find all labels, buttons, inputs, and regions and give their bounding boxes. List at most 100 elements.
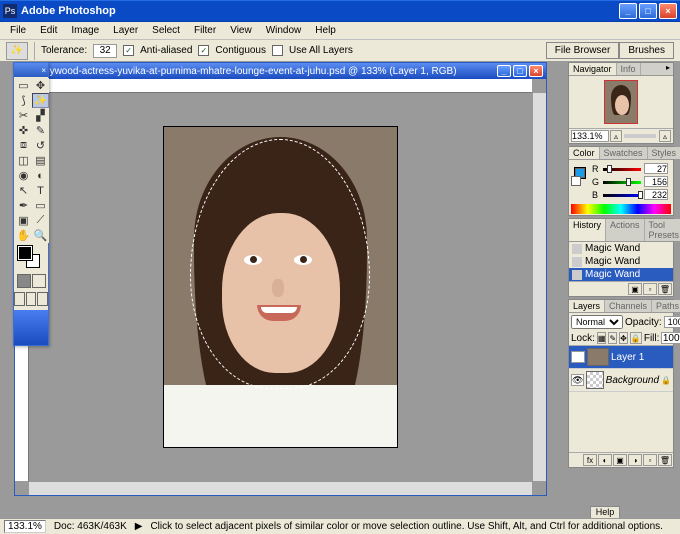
history-item[interactable]: Magic Wand — [569, 242, 673, 255]
move-tool[interactable]: ✥ — [32, 78, 49, 93]
visibility-toggle[interactable]: 👁 — [571, 351, 585, 363]
zoom-tool[interactable]: 🔍 — [32, 228, 49, 243]
doc-minimize-button[interactable]: _ — [497, 65, 511, 77]
bg-color-preview[interactable] — [571, 176, 581, 186]
styles-tab[interactable]: Styles — [648, 147, 680, 159]
tool-presets-tab[interactable]: Tool Presets — [645, 219, 680, 241]
toolbox[interactable]: × ▭ ✥ ⟆ ✨ ✂ ▞ ✜ ✎ ⧈ ↺ ◫ ▤ ◉ ◐ ↖ T ✒ ▭ ▣ … — [13, 62, 49, 346]
screen-mode-2[interactable] — [26, 292, 37, 306]
document-titlebar[interactable]: i bollywood-actress-yuvika-at-purnima-mh… — [15, 63, 546, 79]
delete-state-button[interactable]: 🗑 — [658, 283, 672, 295]
horizontal-scrollbar[interactable] — [29, 481, 532, 495]
adjustment-layer-button[interactable]: ◑ — [628, 454, 642, 466]
paths-tab[interactable]: Paths — [652, 300, 680, 312]
hand-tool[interactable]: ✋ — [15, 228, 32, 243]
quickmask-mode-button[interactable] — [32, 274, 46, 288]
all-layers-checkbox[interactable] — [272, 45, 283, 56]
r-slider[interactable] — [603, 165, 641, 173]
healing-tool[interactable]: ✜ — [15, 123, 32, 138]
jump-to-imageready[interactable] — [14, 310, 48, 345]
history-item[interactable]: Magic Wand — [569, 268, 673, 281]
brushes-tab[interactable]: Brushes — [619, 42, 674, 59]
fill-input[interactable] — [661, 332, 680, 344]
lock-position-button[interactable]: ✥ — [619, 332, 628, 344]
menu-layer[interactable]: Layer — [107, 24, 144, 37]
channels-tab[interactable]: Channels — [605, 300, 652, 312]
shape-tool[interactable]: ▭ — [32, 198, 49, 213]
layer-name[interactable]: Layer 1 — [611, 352, 644, 363]
magic-wand-tool[interactable]: ✨ — [32, 93, 49, 108]
blur-tool[interactable]: ◉ — [15, 168, 32, 183]
menu-filter[interactable]: Filter — [188, 24, 222, 37]
gradient-tool[interactable]: ▤ — [32, 153, 49, 168]
menu-image[interactable]: Image — [65, 24, 105, 37]
color-swatch[interactable] — [14, 244, 48, 272]
color-panel[interactable]: Color Swatches Styles ▸ R G B — [568, 146, 674, 216]
new-layer-button[interactable]: ▫ — [643, 454, 657, 466]
visibility-toggle[interactable]: 👁 — [571, 374, 584, 386]
lock-image-button[interactable]: ✎ — [608, 332, 617, 344]
menu-edit[interactable]: Edit — [34, 24, 63, 37]
toolbox-titlebar[interactable]: × — [14, 63, 48, 77]
r-input[interactable] — [644, 163, 668, 174]
layers-tab[interactable]: Layers — [569, 300, 605, 312]
status-doc-size[interactable]: Doc: 463K/463K — [54, 521, 127, 532]
menu-view[interactable]: View — [224, 24, 258, 37]
layer-row[interactable]: 👁 Layer 1 — [569, 346, 673, 369]
menu-help[interactable]: Help — [309, 24, 342, 37]
crop-tool[interactable]: ✂ — [15, 108, 32, 123]
horizontal-ruler[interactable] — [29, 79, 532, 93]
zoom-out-button[interactable]: ▵ — [610, 130, 622, 142]
maximize-button[interactable]: □ — [639, 3, 657, 19]
marquee-tool[interactable]: ▭ — [15, 78, 32, 93]
slice-tool[interactable]: ▞ — [32, 108, 49, 123]
canvas[interactable] — [164, 127, 397, 447]
history-brush-tool[interactable]: ↺ — [32, 138, 49, 153]
info-tab[interactable]: Info — [617, 63, 641, 75]
actions-tab[interactable]: Actions — [606, 219, 645, 241]
swatches-tab[interactable]: Swatches — [600, 147, 648, 159]
layers-panel[interactable]: Layers Channels Paths ▸ Normal Opacity: … — [568, 299, 674, 468]
new-snapshot-button[interactable]: ▣ — [628, 283, 642, 295]
navigator-panel[interactable]: Navigator Info ▸ ▵ ▵ — [568, 62, 674, 144]
layer-style-button[interactable]: fx — [583, 454, 597, 466]
navigator-tab[interactable]: Navigator — [569, 63, 617, 75]
zoom-in-button[interactable]: ▵ — [659, 130, 671, 142]
layer-row[interactable]: 👁 Background 🔒 — [569, 369, 673, 392]
menu-select[interactable]: Select — [146, 24, 186, 37]
history-panel[interactable]: History Actions Tool Presets ▸ Magic Wan… — [568, 218, 674, 297]
brush-tool[interactable]: ✎ — [32, 123, 49, 138]
b-slider[interactable] — [603, 191, 641, 199]
panel-menu-icon[interactable]: ▸ — [663, 63, 673, 75]
layer-mask-button[interactable]: ◐ — [598, 454, 612, 466]
screen-mode-3[interactable] — [37, 292, 48, 306]
toolbox-close-icon[interactable]: × — [41, 66, 46, 75]
standard-mode-button[interactable] — [17, 274, 31, 288]
layer-thumbnail[interactable] — [587, 348, 609, 366]
stamp-tool[interactable]: ⧈ — [15, 138, 32, 153]
lock-transparency-button[interactable]: ▦ — [597, 332, 607, 344]
tolerance-input[interactable] — [93, 44, 117, 58]
close-button[interactable]: × — [659, 3, 677, 19]
zoom-slider[interactable] — [624, 134, 656, 138]
lock-all-button[interactable]: 🔒 — [630, 332, 642, 344]
anti-aliased-checkbox[interactable]: ✓ — [123, 45, 134, 56]
eyedropper-tool[interactable]: ⟋ — [32, 213, 49, 228]
g-input[interactable] — [644, 176, 668, 187]
screen-mode-1[interactable] — [14, 292, 25, 306]
file-browser-tab[interactable]: File Browser — [546, 42, 620, 59]
new-set-button[interactable]: ▣ — [613, 454, 627, 466]
zoom-input[interactable] — [571, 130, 609, 142]
layer-name[interactable]: Background — [606, 375, 659, 386]
pen-tool[interactable]: ✒ — [15, 198, 32, 213]
dodge-tool[interactable]: ◐ — [32, 168, 49, 183]
new-document-button[interactable]: ▫ — [643, 283, 657, 295]
lasso-tool[interactable]: ⟆ — [15, 93, 32, 108]
eraser-tool[interactable]: ◫ — [15, 153, 32, 168]
doc-maximize-button[interactable]: □ — [513, 65, 527, 77]
doc-close-button[interactable]: × — [529, 65, 543, 77]
type-tool[interactable]: T — [32, 183, 49, 198]
layer-thumbnail[interactable] — [586, 371, 603, 389]
canvas-viewport[interactable] — [29, 93, 532, 481]
notes-tool[interactable]: ▣ — [15, 213, 32, 228]
